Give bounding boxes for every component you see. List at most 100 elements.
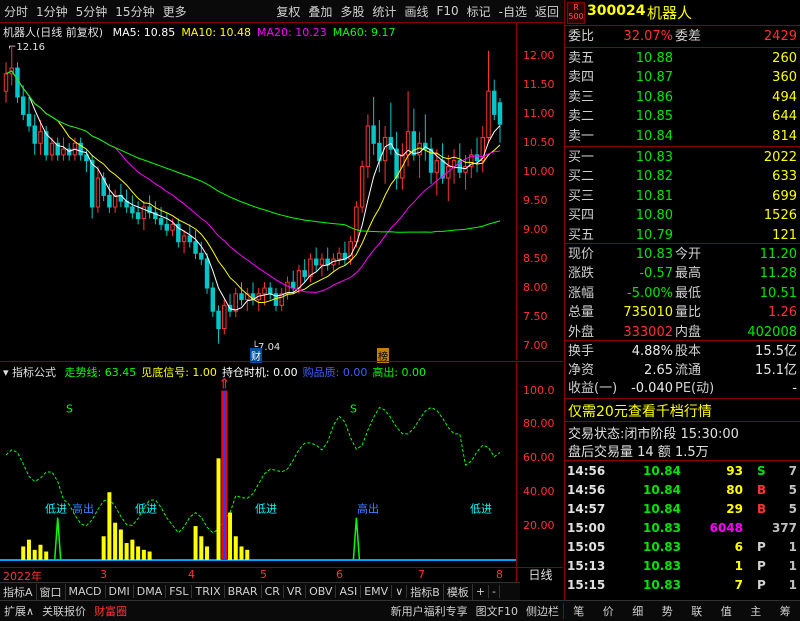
bottom-left-tab[interactable]: 关联报价 bbox=[38, 603, 90, 619]
bottom-right-tab[interactable]: 新用户福利专享 bbox=[387, 603, 472, 619]
stat-row: 净资 2.65 流通 15.1亿 bbox=[568, 362, 797, 378]
quote-tab[interactable]: 笔 bbox=[569, 603, 588, 619]
toolbar-item[interactable]: 5分钟 bbox=[72, 3, 112, 20]
indicator-svg[interactable]: ⇑低进 高出 低进 低进 高出 低进S S bbox=[0, 362, 563, 567]
chart-title: 机器人(日线 前复权) bbox=[3, 26, 104, 39]
toolbar-item[interactable]: 15分钟 bbox=[111, 3, 158, 20]
signal-bar bbox=[228, 512, 233, 560]
s-mark: S bbox=[66, 403, 73, 416]
stock-name[interactable]: 机器人 bbox=[647, 2, 692, 23]
toolbar-item[interactable]: 分时 bbox=[0, 3, 32, 20]
high-price-label: ⌐12.16 bbox=[8, 42, 46, 53]
bottom-right-tab[interactable]: 图文F10 bbox=[472, 603, 522, 619]
quote-tab[interactable]: 主 bbox=[746, 603, 765, 619]
toolbar-item[interactable]: 复权 bbox=[272, 3, 304, 20]
indicator-tab[interactable]: DMA bbox=[134, 585, 167, 598]
signal-bar bbox=[32, 549, 37, 560]
bid-row: 买三 10.81 699 bbox=[568, 188, 797, 204]
indicator-tab[interactable]: BRAR bbox=[225, 585, 262, 598]
toolbar-item[interactable]: 多股 bbox=[336, 3, 368, 20]
candle-body bbox=[336, 252, 342, 260]
ma5-line bbox=[5, 70, 501, 311]
exit-spike bbox=[352, 517, 361, 561]
candle-body bbox=[21, 96, 26, 115]
candle-body bbox=[61, 148, 66, 156]
indicator-tab[interactable]: + bbox=[473, 585, 490, 598]
indicator-tab[interactable]: EMV bbox=[361, 585, 393, 598]
indicator-tab[interactable]: VR bbox=[284, 585, 307, 598]
signal-bar bbox=[216, 458, 221, 560]
bottom-left-tab[interactable]: 扩展∧ bbox=[0, 603, 38, 619]
toolbar-item[interactable]: 叠加 bbox=[304, 3, 336, 20]
toolbar-item[interactable]: 1分钟 bbox=[32, 3, 72, 20]
indicator-value: 持仓时机: 0.00 bbox=[221, 366, 298, 379]
trade-row: 14:57 10.84 29 B 5 bbox=[567, 502, 797, 516]
indicator-tab[interactable]: MACD bbox=[66, 585, 106, 598]
indicator-tab[interactable]: 窗口 bbox=[37, 583, 66, 600]
ma-legend: MA5: 10.85 MA10: 10.48 MA20: 10.23 MA60: 9.… bbox=[107, 26, 396, 39]
bottom-right-tab[interactable]: 侧边栏 bbox=[522, 603, 563, 619]
date-label: 5 bbox=[260, 568, 267, 581]
indicator-chart[interactable]: ⇑ 低进 高出 低进 低进 高出 低进 S S ▾ 指标公式 走势线: 63.45 见底信号: 1… bbox=[0, 362, 563, 567]
quote-tab[interactable]: 势 bbox=[658, 603, 677, 619]
indicator-tab[interactable]: DMI bbox=[106, 585, 134, 598]
signal-bar bbox=[147, 551, 152, 560]
indicator-tab[interactable]: ASI bbox=[336, 585, 362, 598]
signal-bar bbox=[113, 522, 118, 560]
indicator-tab[interactable]: TRIX bbox=[192, 585, 225, 598]
bid-row: 买二 10.82 633 bbox=[568, 169, 797, 185]
period-selector[interactable]: 日线 bbox=[516, 568, 564, 583]
signal-bar bbox=[199, 536, 204, 560]
toolbar-item[interactable]: 更多 bbox=[159, 3, 191, 20]
signal-bar bbox=[193, 526, 198, 560]
indicator-tab[interactable]: FSL bbox=[166, 585, 193, 598]
quote-header: R 500 300024 机器人 bbox=[565, 0, 800, 24]
indicator-name[interactable]: 指标公式 bbox=[12, 366, 56, 379]
toolbar-item[interactable]: 返回 bbox=[531, 3, 563, 20]
candle-body bbox=[112, 194, 118, 208]
indicator-value: 走势线: 63.45 bbox=[64, 366, 137, 379]
indicator-tab[interactable]: 模板 bbox=[444, 583, 473, 600]
trade-row: 15:00 10.83 6048 377 bbox=[567, 521, 797, 535]
kline-chart[interactable]: 机器人(日线 前复权) MA5: 10.85 MA10: 10.48 MA20: 1… bbox=[0, 22, 563, 363]
indicator-tab[interactable]: 指标A bbox=[0, 583, 37, 600]
trade-row: 15:13 10.83 1 P 1 bbox=[567, 559, 797, 573]
top-toolbar: 分时 1分钟 5分钟 15分钟 更多 复权 叠加 多股 统计 画线 F10 标记 -自选 返回 bbox=[0, 0, 563, 23]
signal-bar bbox=[107, 492, 112, 560]
quote-panel: R 500 300024 机器人 委比 32.07% 委差 2429 卖五 10.8… bbox=[564, 0, 800, 600]
candle-body bbox=[89, 160, 95, 208]
price-tick: 11.00 bbox=[523, 107, 555, 121]
toolbar-item[interactable]: 画线 bbox=[400, 3, 432, 20]
bottom-left-tab[interactable]: 财富圈 bbox=[90, 603, 131, 619]
indicator-dropdown-icon[interactable]: ▾ bbox=[3, 366, 9, 379]
quote-tab[interactable]: 筹 bbox=[776, 603, 795, 619]
indicator-tab[interactable]: 指标B bbox=[407, 583, 444, 600]
signal-bar bbox=[205, 546, 210, 560]
quote-tab[interactable]: 值 bbox=[717, 603, 736, 619]
price-axis: 12.00 11.50 11.00 10.50 10.00 9.50 9.00 8.50 8.0… bbox=[516, 22, 563, 360]
stat-row: 现价 10.83 今开 11.20 bbox=[568, 247, 797, 262]
toolbar-item[interactable]: F10 bbox=[432, 4, 462, 18]
indicator-tab[interactable]: CR bbox=[262, 585, 284, 598]
toolbar-item[interactable]: -自选 bbox=[495, 3, 531, 20]
quote-tab[interactable]: 联 bbox=[687, 603, 706, 619]
indicator-tab[interactable]: OBV bbox=[306, 585, 337, 598]
toolbar-item[interactable]: 标记 bbox=[463, 3, 495, 20]
indicator-tick: 60.00 bbox=[523, 451, 555, 465]
quote-tab[interactable]: 细 bbox=[628, 603, 647, 619]
signal-bar bbox=[118, 529, 123, 560]
stock-code[interactable]: 300024 bbox=[587, 3, 645, 19]
toolbar-item[interactable]: 统计 bbox=[368, 3, 400, 20]
indicator-tab[interactable]: - bbox=[489, 585, 501, 598]
ma10-line bbox=[5, 70, 501, 303]
kline-svg[interactable] bbox=[0, 22, 563, 360]
promo-link[interactable]: 仅需20元查看千档行情 bbox=[568, 401, 712, 421]
candle-body bbox=[216, 310, 221, 330]
indicator-tab[interactable]: ∨ bbox=[392, 585, 408, 598]
quote-tab[interactable]: 价 bbox=[599, 603, 618, 619]
chart-legend: 机器人(日线 前复权) MA5: 10.85 MA10: 10.48 MA20: 1… bbox=[3, 24, 395, 40]
stat-row: 收益(一) -0.040 PE(动) - bbox=[568, 381, 797, 396]
candle-body bbox=[359, 165, 365, 208]
r-badge-icon: R 500 bbox=[567, 2, 585, 24]
signal-bar bbox=[101, 536, 106, 560]
